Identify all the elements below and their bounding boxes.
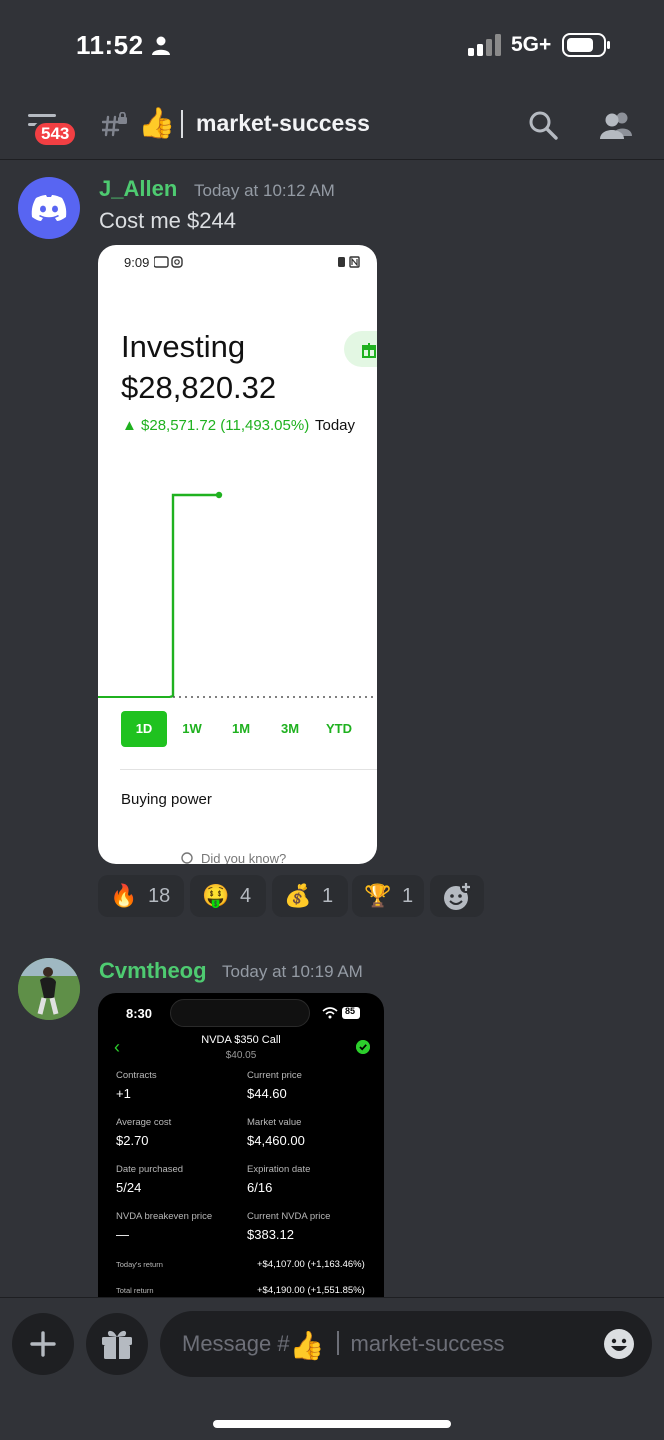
range-tab-3m: 3M [280,721,300,736]
range-tabs: 1D 1W 1M 3M YTD [120,711,370,747]
placeholder-prefix: Message # [182,1331,290,1356]
attachment-status-time: 9:09 [124,255,150,270]
signal-icon [468,34,501,56]
network-label: 5G+ [511,33,552,56]
portfolio-change: ▲ $28,571.72 (11,493.05%) [122,417,310,434]
message-input[interactable]: Message #👍 market-success [160,1311,652,1377]
channel-name[interactable]: market-success [196,110,370,137]
members-icon[interactable] [598,110,634,140]
field-value: $44.60 [247,1086,287,1101]
avatar[interactable] [18,958,80,1020]
field-value: 5/24 [116,1180,142,1195]
gift-icon [102,1330,132,1359]
field-label: Expiration date [247,1164,311,1175]
unread-badge: 543 [32,120,79,148]
status-icons [154,256,183,268]
reaction-count: 1 [322,885,334,907]
status-bar: 11:52 5G+ [0,0,664,94]
add-reaction-icon [444,881,472,910]
field-value: +1 [116,1086,131,1101]
field-label: Contracts [116,1070,157,1081]
option-title: NVDA $350 Call [201,1034,281,1046]
image-attachment[interactable]: 9:09 Investing $28,820.32 ▲ $28,571.72 (… [98,245,377,864]
reaction-emoji: 💰 [284,883,312,908]
gift-icon [362,343,376,358]
reaction-fire[interactable]: 🔥 18 [98,875,184,917]
status-icons-right [338,256,360,268]
user-photo [18,958,80,1020]
reaction-money-mouth[interactable]: 🤑 4 [190,875,266,917]
attach-button[interactable] [12,1313,74,1375]
image-attachment[interactable]: 8:30 85 ‹ NVDA $350 Call $40.05 Contract… [98,993,384,1297]
portfolio-change-period: Today [315,417,356,434]
field-label: Current price [247,1070,302,1081]
plus-icon [30,1331,56,1357]
battery-percent: 85 [345,1006,356,1016]
emoji-picker-icon[interactable] [603,1328,635,1360]
avatar[interactable] [18,177,80,239]
attachment-status-time: 8:30 [126,1006,153,1021]
discord-logo-icon [31,195,67,221]
field-value: — [116,1227,129,1242]
add-reaction-button[interactable] [430,875,484,917]
message-timestamp: Today at 10:19 AM [222,962,363,981]
message-author[interactable]: Cvmtheog [99,958,207,984]
portfolio-line-chart [98,491,377,699]
reaction-emoji: 🔥 [110,883,138,908]
return-value: +$4,190.00 (+1,551.85%) [257,1285,365,1296]
search-icon[interactable] [528,110,558,140]
check-icon [356,1040,370,1054]
message-author[interactable]: J_Allen [99,176,177,202]
field-value: $4,460.00 [247,1133,305,1148]
reaction-count: 1 [402,885,414,907]
field-label: NVDA breakeven price [116,1211,213,1222]
message-composer: Message #👍 market-success [0,1297,664,1440]
range-tab-ytd: YTD [326,721,352,736]
placeholder-channel: market-success [350,1331,505,1356]
gift-button [344,331,377,367]
range-tab-1w: 1W [182,721,202,736]
message-input-placeholder: Message #👍 market-success [182,1329,505,1362]
divider [120,769,377,770]
gift-button[interactable] [86,1313,148,1375]
return-label: Today's return [116,1260,163,1269]
dynamic-island [170,999,310,1027]
home-indicator [213,1420,451,1428]
channel-emoji: 👍 [138,107,176,140]
range-tab-1m: 1M [231,721,251,736]
portfolio-title: Investing [121,329,246,364]
reaction-count: 18 [148,885,171,907]
reaction-trophy[interactable]: 🏆 1 [352,875,424,917]
reaction-count: 4 [240,885,252,907]
option-subtitle: $40.05 [225,1050,257,1061]
portfolio-value: $28,820.32 [121,370,277,405]
reaction-money-bag[interactable]: 💰 1 [272,875,348,917]
channel-header: 543 👍 market-success [0,94,664,160]
battery-icon [562,33,610,57]
field-value: 6/16 [247,1180,273,1195]
field-value: $383.12 [247,1227,294,1242]
placeholder-emoji: 👍 [289,1330,325,1361]
channel-name-separator [181,110,183,138]
buying-power-label: Buying power [121,791,212,808]
field-label: Average cost [116,1117,172,1128]
reaction-emoji: 🏆 [364,883,392,908]
field-label: Current NVDA price [247,1211,331,1222]
reaction-emoji: 🤑 [202,883,230,908]
return-value: +$4,107.00 (+1,163.46%) [257,1259,365,1270]
message-text: Cost me $244 [99,208,236,233]
field-label: Date purchased [116,1164,184,1175]
private-channel-hash-icon [102,112,127,137]
placeholder-separator [336,1331,339,1355]
did-you-know-label: Did you know? [201,851,287,864]
field-value: $2.70 [116,1133,149,1148]
return-label: Total return [116,1286,154,1295]
range-tab-1d: 1D [121,711,167,747]
lightbulb-icon [181,852,193,864]
message-timestamp: Today at 10:12 AM [194,181,335,200]
status-time: 11:52 [76,30,144,60]
person-icon [152,36,170,55]
field-label: Market value [247,1117,302,1128]
